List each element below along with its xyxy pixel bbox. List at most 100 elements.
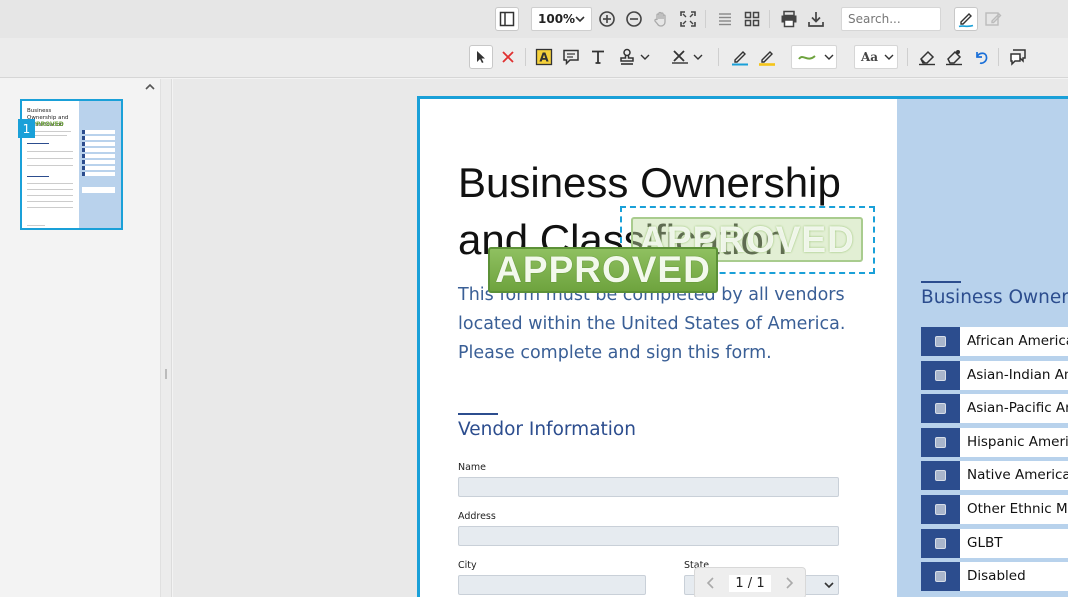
ownership-option[interactable]: Native American: [921, 461, 1068, 490]
scroll-up-icon[interactable]: [143, 80, 157, 94]
zoom-value: 100%: [538, 12, 576, 26]
ownership-option-label: Asian-Indian Am: [967, 367, 1068, 383]
zoom-in-icon: [599, 11, 615, 27]
fit-page-button[interactable]: [676, 7, 700, 31]
sidebar-toggle-button[interactable]: [495, 7, 519, 31]
page-number-badge: 1: [18, 119, 35, 138]
panel-icon: [499, 11, 515, 27]
stroke-style-dropdown[interactable]: [791, 45, 837, 69]
checkbox[interactable]: [921, 562, 960, 591]
print-icon: [781, 10, 797, 28]
checkbox[interactable]: [921, 428, 960, 457]
svg-text:A: A: [539, 51, 549, 65]
print-button[interactable]: [777, 7, 801, 31]
zoom-out-icon: [626, 11, 642, 27]
stamp-tool-dropdown[interactable]: [614, 45, 654, 69]
chevron-down-icon: [824, 54, 834, 60]
font-dropdown[interactable]: Aa: [854, 45, 898, 69]
text-tool-button[interactable]: [586, 45, 610, 69]
page-indicator[interactable]: 1 / 1: [729, 574, 771, 592]
pen-underline-icon: [958, 13, 974, 28]
delete-annotation-button[interactable]: [496, 45, 520, 69]
comment-button[interactable]: [559, 45, 583, 69]
zoom-select[interactable]: 100%: [531, 7, 592, 31]
thumbnail-checkbox: [82, 166, 115, 170]
next-page-icon[interactable]: [783, 576, 795, 590]
highlight-text-button[interactable]: A: [532, 45, 556, 69]
thumbnail-line: [27, 143, 49, 144]
thumbnail-line: [27, 195, 73, 196]
ownership-option-label: Other Ethnic Mi: [967, 501, 1068, 517]
toolbar-divider: [525, 48, 526, 66]
ownership-option-label: Disabled: [967, 568, 1026, 584]
checkbox[interactable]: [921, 529, 960, 558]
checkbox[interactable]: [921, 394, 960, 423]
name-label: Name: [458, 462, 487, 473]
approved-stamp[interactable]: APPROVED: [488, 247, 718, 293]
text-icon: [592, 50, 604, 64]
checkbox[interactable]: [921, 461, 960, 490]
pen-tool-button[interactable]: [728, 45, 752, 69]
search-input[interactable]: [841, 7, 941, 31]
address-field[interactable]: [458, 526, 839, 546]
chevron-down-icon: [640, 54, 650, 60]
clear-annotations-button[interactable]: [942, 45, 966, 69]
highlighter-icon: [759, 51, 775, 66]
ownership-option[interactable]: Other Ethnic Mi: [921, 495, 1068, 524]
download-button[interactable]: [804, 7, 828, 31]
chevron-down-icon: [824, 582, 834, 589]
zoom-in-button[interactable]: [595, 7, 619, 31]
annotation-mode-button[interactable]: [954, 7, 978, 31]
thumbnail-side-column: [79, 101, 121, 228]
ownership-option[interactable]: Hispanic Americ: [921, 428, 1068, 457]
strikeout-tool-dropdown[interactable]: [667, 45, 707, 69]
thumbnail-line: [27, 207, 73, 208]
name-field[interactable]: [458, 477, 839, 497]
ownership-option[interactable]: Asian-Indian Am: [921, 361, 1068, 390]
thumbnail-line: [27, 158, 73, 159]
ownership-option[interactable]: African America: [921, 327, 1068, 356]
expand-icon: [680, 11, 696, 27]
ownership-option[interactable]: GLBT: [921, 529, 1068, 558]
checkbox[interactable]: [921, 361, 960, 390]
thumbnail-checkbox: [82, 136, 115, 140]
checkbox[interactable]: [921, 327, 960, 356]
hand-icon: [654, 11, 666, 27]
toolbar-divider: [907, 48, 908, 66]
page-thumbnail[interactable]: Business Ownership and Classification AP…: [20, 99, 123, 230]
form-edit-button[interactable]: [981, 7, 1005, 31]
ownership-option-label: African America: [967, 333, 1068, 349]
comment-icon: [563, 49, 579, 66]
ownership-option[interactable]: Asian-Pacific Ar: [921, 394, 1068, 423]
ownership-option[interactable]: Disabled: [921, 562, 1068, 591]
previous-page-icon[interactable]: [705, 576, 717, 590]
grid-view-button[interactable]: [740, 7, 764, 31]
edit-form-icon: [985, 12, 1002, 26]
undo-button[interactable]: [969, 45, 993, 69]
select-tool-button[interactable]: [469, 45, 493, 69]
single-page-view-button[interactable]: [713, 7, 737, 31]
vendor-info-heading: Vendor Information: [458, 419, 636, 440]
thumbnail-checkbox: [82, 142, 115, 146]
document-page: Business Ownership and Classification Th…: [417, 96, 1068, 597]
stroke-style-icon: [798, 55, 816, 60]
close-icon: [502, 51, 514, 63]
thumbnail-line: [27, 201, 73, 202]
zoom-out-button[interactable]: [622, 7, 646, 31]
highlighter-tool-button[interactable]: [755, 45, 779, 69]
city-field[interactable]: [458, 575, 646, 595]
toolbar-divider: [769, 10, 770, 28]
thumbnail-line: [27, 176, 49, 177]
checkbox[interactable]: [921, 495, 960, 524]
address-label: Address: [458, 511, 496, 522]
eraser-button[interactable]: [915, 45, 939, 69]
ownership-heading: Business Owner: [921, 287, 1068, 308]
panel-splitter[interactable]: [160, 79, 172, 597]
city-label: City: [458, 560, 477, 571]
toolbar-divider: [998, 48, 999, 66]
comments-panel-button[interactable]: [1006, 45, 1030, 69]
pan-tool-button[interactable]: [649, 7, 673, 31]
clear-annotations-icon: [946, 50, 962, 66]
ownership-option-label: Hispanic Americ: [967, 434, 1068, 450]
comments-icon: [1010, 49, 1026, 66]
